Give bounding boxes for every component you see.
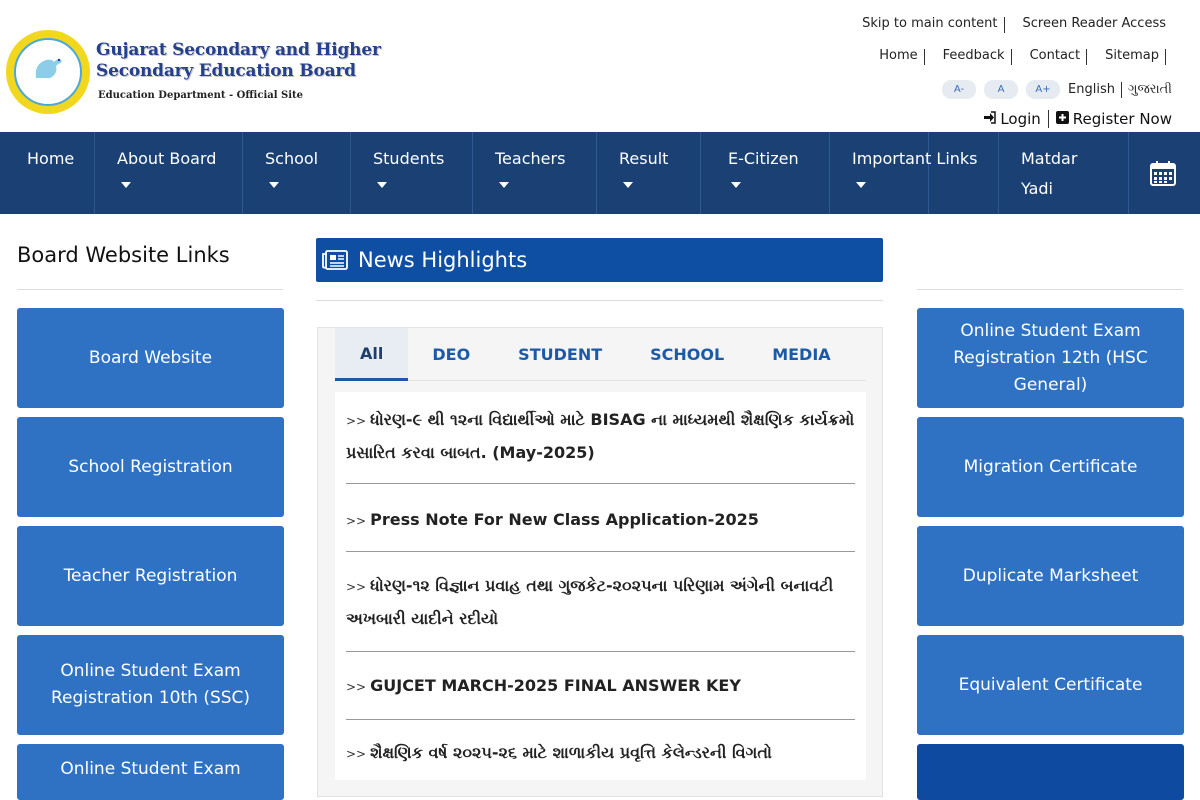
nav-teachers[interactable]: Teachers (473, 132, 597, 214)
nav-school[interactable]: School (243, 132, 351, 214)
divider (17, 289, 283, 290)
org-subtitle: Education Department - Official Site (98, 90, 303, 101)
divider (316, 300, 883, 301)
nav-students[interactable]: Students (351, 132, 473, 214)
sign-in-icon (983, 110, 997, 128)
register-now-link[interactable]: Register Now (1073, 110, 1172, 128)
news-item-text: Press Note For New Class Application-202… (370, 510, 759, 529)
calendar-button[interactable] (1125, 132, 1200, 214)
caret-down-icon (499, 182, 509, 188)
nav-label: Matdar Yadi (1021, 149, 1078, 198)
screen-reader-link[interactable]: Screen Reader Access (1017, 16, 1172, 33)
main-navigation: Home About Board School Students Teacher… (0, 132, 1200, 214)
hsc-exam-registration-tile[interactable]: Online Student Exam Registration 12th (H… (917, 308, 1184, 408)
news-bullet: >> (346, 680, 367, 694)
news-highlights-title: News Highlights (358, 248, 528, 272)
news-item[interactable]: >> શૈક્ષણિક વર્ષ ૨૦૨૫-૨૬ માટે શાળાકીય પ્ર… (335, 720, 866, 780)
accessibility-links: Skip to main content Screen Reader Acces… (856, 16, 1172, 33)
news-bullet: >> (346, 580, 367, 594)
divider (917, 289, 1183, 290)
online-student-exam-tile[interactable]: Online Student Exam (17, 744, 284, 800)
auth-links: Login Register Now (983, 110, 1172, 128)
feedback-link[interactable]: Feedback (937, 48, 1011, 65)
site-header: Gujarat Secondary and Higher Secondary E… (0, 0, 1200, 132)
nav-label: School (265, 149, 319, 168)
font-increase-button[interactable]: A+ (1026, 80, 1061, 99)
home-link[interactable]: Home (873, 48, 923, 65)
calendar-icon (1149, 161, 1176, 186)
skip-to-main-link[interactable]: Skip to main content (856, 16, 1003, 33)
caret-down-icon (623, 182, 633, 188)
news-item-text: શૈક્ષણિક વર્ષ ૨૦૨૫-૨૬ માટે શાળાકીય પ્રવૃ… (370, 743, 772, 762)
news-item-text: ધોરણ-૯ થી ૧૨ના વિદ્યાર્થીઓ માટે BISAG ના… (346, 410, 855, 462)
divider (1003, 17, 1017, 33)
news-item[interactable]: >> Press Note For New Class Application-2… (335, 484, 866, 551)
tab-media[interactable]: MEDIA (748, 328, 854, 381)
nav-label: Important Links (852, 149, 978, 168)
plus-square-icon (1055, 110, 1069, 128)
news-item[interactable]: >> ધોરણ-૯ થી ૧૨ના વિદ્યાર્થીઓ માટે BISAG … (335, 392, 866, 483)
board-logo (6, 30, 90, 114)
brand[interactable]: Gujarat Secondary and Higher Secondary E… (6, 30, 381, 114)
nav-label: Home (27, 149, 75, 168)
school-registration-tile[interactable]: School Registration (17, 417, 284, 517)
nav-label: Teachers (495, 149, 566, 168)
nav-matdar-yadi[interactable]: Matdar Yadi (999, 132, 1129, 214)
font-reset-button[interactable]: A (984, 80, 1019, 99)
news-list: >> ધોરણ-૯ થી ૧૨ના વિદ્યાર્થીઓ માટે BISAG … (335, 392, 866, 780)
duplicate-marksheet-tile[interactable]: Duplicate Marksheet (917, 526, 1184, 626)
font-decrease-button[interactable]: A- (942, 80, 977, 99)
nav-label: Students (373, 149, 445, 168)
caret-down-icon (731, 182, 741, 188)
migration-certificate-tile[interactable]: Migration Certificate (917, 417, 1184, 517)
nav-label: About Board (117, 149, 217, 168)
contact-link[interactable]: Contact (1024, 48, 1087, 65)
lang-gujarati-link[interactable]: ગુજરાતી (1128, 82, 1172, 97)
caret-down-icon (856, 182, 866, 188)
teacher-registration-tile[interactable]: Teacher Registration (17, 526, 284, 626)
login-link[interactable]: Login (1000, 110, 1040, 128)
swan-emblem-icon (35, 58, 62, 78)
org-name-line2: Secondary Education Board (96, 61, 356, 81)
news-panel: All DEO STUDENT SCHOOL MEDIA >> ધોરણ-૯ થી… (317, 327, 883, 797)
news-item[interactable]: >> ધોરણ-૧૨ વિજ્ઞાન પ્રવાહ તથા ગુજકેટ-૨૦૨૫… (335, 552, 866, 651)
news-tabs: All DEO STUDENT SCHOOL MEDIA (335, 328, 866, 381)
font-language-controls: A- A A+ English ગુજરાતી (934, 80, 1172, 99)
news-item[interactable]: >> GUJCET MARCH-2025 FINAL ANSWER KEY (335, 652, 866, 719)
utility-links: Home Feedback Contact Sitemap (873, 48, 1178, 65)
news-highlights-header: News Highlights (316, 238, 883, 282)
sitemap-link[interactable]: Sitemap (1099, 48, 1165, 65)
newspaper-icon (322, 250, 348, 270)
caret-down-icon (377, 182, 387, 188)
org-name-line1: Gujarat Secondary and Higher (96, 40, 381, 60)
ssc-exam-registration-tile[interactable]: Online Student Exam Registration 10th (S… (17, 635, 284, 735)
tab-all[interactable]: All (335, 328, 409, 381)
news-bullet: >> (346, 747, 367, 761)
nav-about-board[interactable]: About Board (95, 132, 243, 214)
news-bullet: >> (346, 414, 367, 428)
nav-home[interactable]: Home (0, 132, 95, 214)
nav-label: Result (619, 149, 669, 168)
equivalent-certificate-tile[interactable]: Equivalent Certificate (917, 635, 1184, 735)
news-item-text: ધોરણ-૧૨ વિજ્ઞાન પ્રવાહ તથા ગુજકેટ-૨૦૨૫ના… (346, 576, 834, 628)
tab-student[interactable]: STUDENT (494, 328, 626, 381)
news-item-text: GUJCET MARCH-2025 FINAL ANSWER KEY (370, 676, 741, 695)
nav-result[interactable]: Result (597, 132, 701, 214)
board-links-heading: Board Website Links (17, 243, 230, 267)
right-tile-partial[interactable] (917, 744, 1184, 800)
caret-down-icon (269, 182, 279, 188)
board-website-tile[interactable]: Board Website (17, 308, 284, 408)
news-bullet: >> (346, 514, 367, 528)
lang-english-link[interactable]: English (1068, 82, 1115, 97)
nav-important-links[interactable]: Important Links (829, 132, 999, 214)
tab-deo[interactable]: DEO (408, 328, 494, 381)
tab-school[interactable]: SCHOOL (626, 328, 748, 381)
caret-down-icon (121, 182, 131, 188)
